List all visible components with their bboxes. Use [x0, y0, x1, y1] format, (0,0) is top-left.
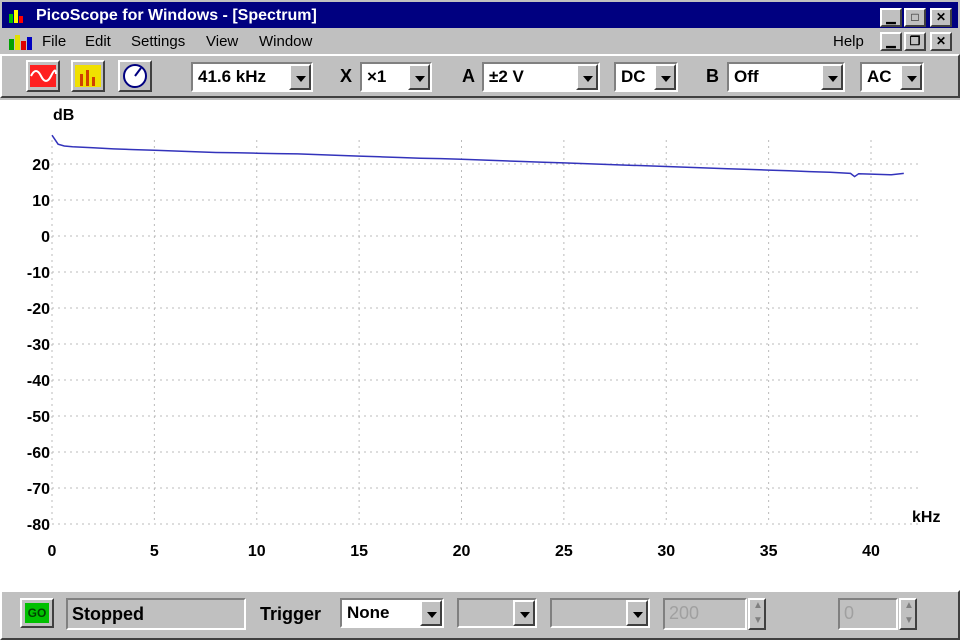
spin-down-icon[interactable]: ▼ [904, 615, 914, 626]
channel-b-coupling-select[interactable]: AC [860, 62, 924, 92]
x-tick-label: 20 [453, 543, 471, 560]
y-tick-label: -20 [27, 301, 50, 318]
chevron-down-icon[interactable] [513, 600, 535, 626]
child-restore-button[interactable]: ❐ [904, 32, 926, 51]
scope-view-button[interactable] [26, 60, 60, 92]
chevron-down-icon[interactable] [576, 64, 598, 90]
x-tick-label: 15 [350, 543, 368, 560]
trigger-direction-select[interactable] [550, 598, 650, 628]
spectrum-bars-icon [75, 65, 101, 87]
scope-wave-icon [30, 65, 57, 87]
window-title: PicoScope for Windows - [Spectrum] [36, 7, 317, 24]
menu-view[interactable]: View [206, 33, 238, 50]
run-status-panel: Stopped [66, 598, 246, 630]
threshold-spinner[interactable]: ▲ ▼ [748, 598, 766, 630]
y-tick-label: 20 [32, 157, 50, 174]
close-icon: ✕ [935, 10, 947, 24]
minimize-button[interactable]: ▁ [880, 8, 902, 27]
spin-down-icon[interactable]: ▼ [753, 615, 763, 626]
trigger-delay-field[interactable]: 0 [838, 598, 898, 630]
y-tick-label: -70 [27, 481, 50, 498]
child-minimize-button[interactable]: ▁ [880, 32, 902, 51]
go-button-label: GO [25, 603, 49, 623]
chevron-down-icon[interactable] [626, 600, 648, 626]
x-tick-label: 0 [48, 543, 57, 560]
x-tick-label: 10 [248, 543, 266, 560]
menu-window[interactable]: Window [259, 33, 312, 50]
x-tick-label: 30 [657, 543, 675, 560]
x-multiplier-select[interactable]: ×1 [360, 62, 432, 92]
y-tick-label: -30 [27, 337, 50, 354]
x-tick-label: 25 [555, 543, 573, 560]
y-tick-label: -40 [27, 373, 50, 390]
spectrum-trace [51, 134, 904, 178]
delay-spinner[interactable]: ▲ ▼ [899, 598, 917, 630]
child-close-button[interactable]: ✕ [930, 32, 952, 51]
channel-a-range-select[interactable]: ±2 V [482, 62, 600, 92]
y-axis-label: dB [53, 107, 74, 124]
minimize-icon: ▁ [886, 34, 896, 48]
trigger-mode-select[interactable]: None [340, 598, 444, 628]
document-icon[interactable] [8, 33, 34, 51]
y-tick-label: 10 [32, 193, 50, 210]
y-tick-label: -10 [27, 265, 50, 282]
y-tick-label: -60 [27, 445, 50, 462]
chevron-down-icon[interactable] [654, 64, 676, 90]
title-bar[interactable]: PicoScope for Windows - [Spectrum] ▁ □ ✕ [0, 0, 960, 30]
channel-b-range-select[interactable]: Off [727, 62, 845, 92]
channel-a-label: A [462, 66, 475, 86]
x-axis-label: kHz [912, 509, 940, 526]
x-tick-label: 35 [760, 543, 778, 560]
close-icon: ✕ [935, 34, 947, 48]
go-button[interactable]: GO [20, 598, 54, 628]
spin-up-icon[interactable]: ▲ [753, 600, 763, 611]
trigger-threshold-field[interactable]: 200 [663, 598, 747, 630]
minimize-icon: ▁ [886, 10, 896, 24]
chevron-down-icon[interactable] [408, 64, 430, 90]
x-tick-label: 40 [862, 543, 880, 560]
maximize-icon: □ [911, 10, 919, 24]
spin-up-icon[interactable]: ▲ [904, 600, 914, 611]
y-tick-label: -50 [27, 409, 50, 426]
menu-edit[interactable]: Edit [85, 33, 111, 50]
trigger-label: Trigger [260, 604, 322, 624]
menu-bar: File Edit Settings View Window Help ▁ ❐ … [0, 30, 960, 54]
meter-dial-icon [123, 64, 147, 88]
menu-file[interactable]: File [42, 33, 66, 50]
menu-settings[interactable]: Settings [131, 33, 185, 50]
spectrum-view-button[interactable] [71, 60, 105, 92]
trigger-channel-select[interactable] [457, 598, 537, 628]
x-tick-label: 5 [150, 543, 159, 560]
spectrum-plot-area[interactable]: 20 10 0 -10 -20 -30 -40 -50 -60 -70 -80 0 5 10 15 20 25 3… [0, 100, 960, 590]
restore-icon: ❐ [909, 34, 921, 48]
run-status-text: Stopped [72, 604, 144, 624]
timebase-select[interactable]: 41.6 kHz [191, 62, 313, 92]
y-tick-label: 0 [41, 229, 50, 246]
chevron-down-icon[interactable] [821, 64, 843, 90]
x-label: X [340, 66, 353, 86]
y-tick-label: -80 [27, 517, 50, 534]
close-button[interactable]: ✕ [930, 8, 952, 27]
channel-b-label: B [706, 66, 719, 86]
chevron-down-icon[interactable] [420, 600, 442, 626]
spectrum-chart: 20 10 0 -10 -20 -30 -40 -50 -60 -70 -80 0 5 10 15 20 25 3… [27, 107, 941, 560]
picoscope-app-icon[interactable] [8, 8, 26, 24]
menu-help[interactable]: Help [833, 33, 864, 50]
maximize-button[interactable]: □ [904, 8, 926, 27]
meter-view-button[interactable] [118, 60, 152, 92]
channel-a-coupling-select[interactable]: DC [614, 62, 678, 92]
chevron-down-icon[interactable] [289, 64, 311, 90]
chevron-down-icon[interactable] [900, 64, 922, 90]
